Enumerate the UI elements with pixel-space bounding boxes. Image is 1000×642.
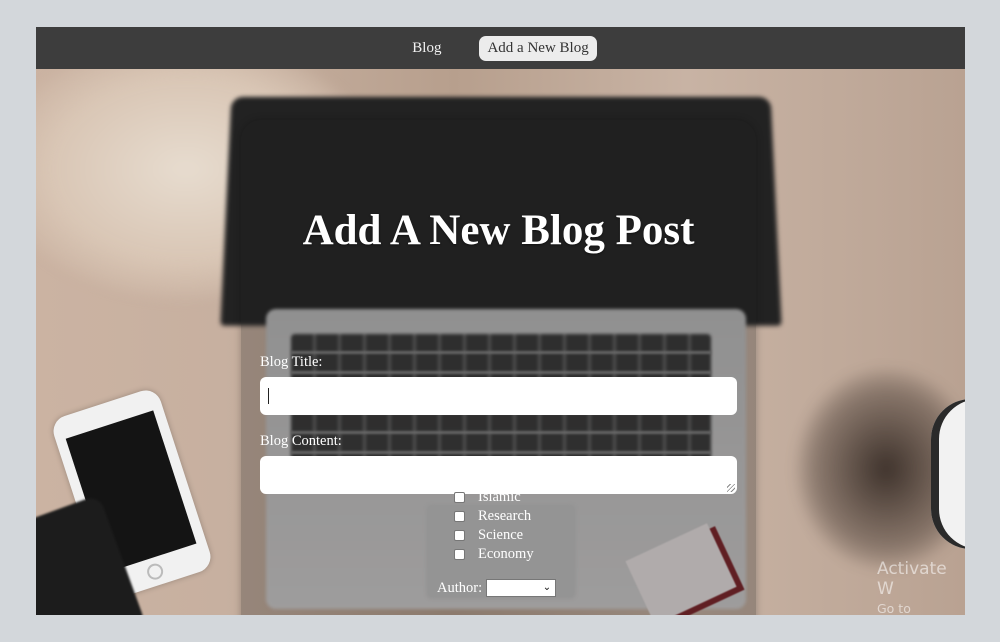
category-option-research[interactable]: Research — [454, 507, 534, 526]
category-label-research: Research — [478, 508, 532, 524]
nav-link-blog[interactable]: Blog — [404, 36, 449, 61]
category-option-islamic[interactable]: Islamic — [454, 488, 534, 507]
phone-home-button — [145, 561, 166, 582]
checkbox-islamic[interactable] — [454, 492, 465, 503]
new-post-form-card: Add A New Blog Post Blog Title: Blog Con… — [241, 120, 756, 615]
resize-handle-icon[interactable] — [727, 484, 735, 492]
checkbox-science[interactable] — [454, 530, 465, 541]
category-label-science: Science — [478, 527, 524, 543]
navbar: Blog Add a New Blog — [36, 27, 965, 69]
checkbox-economy[interactable] — [454, 549, 465, 560]
browser-viewport: Blog Add a New Blog Add A New Blog Post … — [36, 27, 965, 615]
category-option-economy[interactable]: Economy — [454, 545, 534, 564]
watermark-line1: Activate W — [877, 559, 947, 599]
author-select[interactable]: ⌄ — [486, 579, 557, 597]
category-label-economy: Economy — [478, 546, 534, 562]
blog-title-input[interactable] — [260, 377, 737, 415]
watermark-line2: Go to Settings — [877, 601, 911, 615]
category-label-islamic: Islamic — [478, 489, 521, 505]
nav-link-add-new-blog[interactable]: Add a New Blog — [479, 35, 597, 61]
category-option-science[interactable]: Science — [454, 526, 534, 545]
checkbox-research[interactable] — [454, 511, 465, 522]
category-checkbox-group: Islamic Research Science Economy — [454, 488, 534, 564]
blog-title-label: Blog Title: — [260, 354, 323, 370]
author-label: Author: — [437, 579, 483, 596]
chevron-down-icon: ⌄ — [542, 582, 552, 593]
background-scene: Add A New Blog Post Blog Title: Blog Con… — [36, 69, 965, 615]
author-row: Author: ⌄ — [437, 579, 557, 597]
blog-content-label: Blog Content: — [260, 433, 342, 449]
text-caret — [268, 388, 269, 404]
activation-watermark: Activate W Go to Settings — [877, 559, 965, 615]
page-title: Add A New Blog Post — [302, 207, 695, 254]
cup-image — [931, 399, 965, 549]
